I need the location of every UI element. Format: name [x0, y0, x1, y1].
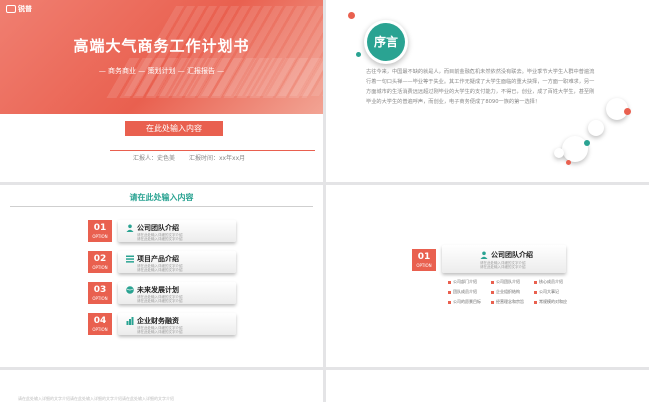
section-card[interactable]: 公司团队介绍 请在此处输入详细的文字介绍 请在此处输入详细的文字介绍 [442, 245, 566, 273]
list-icon [126, 255, 134, 263]
decor-ring [588, 120, 604, 136]
decor-ring [554, 148, 564, 158]
divider [10, 206, 313, 207]
decor-dot [584, 140, 590, 146]
section-tile[interactable]: 公司团队介绍 [491, 279, 529, 285]
team-icon [480, 251, 488, 259]
decor-dot [348, 12, 355, 19]
logo: 锐普 [6, 4, 32, 14]
logo-icon [6, 5, 16, 13]
section-number: 01 OPTION [412, 249, 436, 271]
hero-banner: 锐普 高端大气商务工作计划书 — 商务商业 — 策划计划 — 汇报报告 — [0, 0, 323, 114]
finance-icon [126, 317, 134, 325]
option-number-3: 03 OPTION [88, 282, 112, 304]
globe-icon [126, 286, 134, 294]
slide-section-1[interactable]: 01 OPTION 公司团队介绍 请在此处输入详细的文字介绍 请在此处输入详细的文字… [326, 185, 649, 367]
divider [110, 150, 315, 151]
decor-dot [566, 160, 571, 165]
section-tile[interactable]: 经营理念和宗旨 [491, 299, 529, 305]
reporter-name: 汇报人：史色美 [133, 155, 176, 162]
section-tile[interactable]: 公司部门介绍 [448, 279, 486, 285]
reporter-info: 汇报人：史色美 汇报时间：xx年xx月 [133, 153, 257, 162]
section-tile[interactable]: 核心成员介绍 [534, 279, 572, 285]
slide-preface[interactable]: 序言 古往今来，中国最不缺的就是人，而目前金融危机未然依然没有联去。毕业季节大学… [326, 0, 649, 182]
section-tile[interactable]: 企业组织结构 [491, 289, 529, 295]
input-content-button[interactable]: 在此处输入内容 [125, 121, 223, 136]
decor-dot [356, 52, 361, 57]
section-tile[interactable]: 团队成员介绍 [448, 289, 486, 295]
slide-title[interactable]: 锐普 高端大气商务工作计划书 — 商务商业 — 策划计划 — 汇报报告 — 在此… [0, 0, 323, 182]
team-icon [126, 224, 134, 232]
option-number-1: 01 OPTION [88, 220, 112, 242]
contents-item-1[interactable]: 公司团队介绍 请在此处输入详细的文字介绍 请在此处输入详细的文字介绍 [118, 220, 236, 242]
slide-text: 请在此处输入详细的文字介绍请在此处输入详细的文字介绍请在此处输入详细的文字介绍 [18, 396, 174, 401]
slide-partial-right[interactable] [326, 370, 649, 402]
option-number-4: 04 OPTION [88, 313, 112, 335]
preface-body: 古往今来，中国最不缺的就是人，而目前金融危机未然依然没有联去。毕业季节大学生人群… [366, 69, 595, 105]
section-tile[interactable]: 公司大事记 [534, 289, 572, 295]
contents-item-2[interactable]: 项目产品介绍 请在此处输入详细的文字介绍 请在此处输入详细的文字介绍 [118, 251, 236, 273]
contents-item-3[interactable]: 未来发展计划 请在此处输入详细的文字介绍 请在此处输入详细的文字介绍 [118, 282, 236, 304]
page-subtitle: — 商务商业 — 策划计划 — 汇报报告 — [98, 67, 225, 75]
contents-title: 请在此处输入内容 [129, 193, 194, 202]
contents-item-4[interactable]: 企业财务融资 请在此处输入详细的文字介绍 请在此处输入详细的文字介绍 [118, 313, 236, 335]
keyboard-image-lower [106, 58, 323, 98]
slide-contents[interactable]: 请在此处输入内容 01 OPTION 公司团队介绍 请在此处输入详细的文字介绍 请在… [0, 185, 323, 367]
page-title: 高端大气商务工作计划书 [73, 37, 250, 55]
section-tile[interactable]: 常规模的对和应 [534, 299, 572, 305]
slide-partial-left[interactable]: 请在此处输入详细的文字介绍请在此处输入详细的文字介绍请在此处输入详细的文字介绍 [0, 370, 323, 402]
preface-heading: 序言 [367, 23, 405, 61]
decor-dot [624, 108, 631, 115]
option-number-2: 02 OPTION [88, 251, 112, 273]
section-tile[interactable]: 公司的愿景目标 [448, 299, 486, 305]
report-date: 汇报时间：xx年xx月 [188, 155, 246, 162]
preface-badge: 序言 [364, 20, 408, 64]
